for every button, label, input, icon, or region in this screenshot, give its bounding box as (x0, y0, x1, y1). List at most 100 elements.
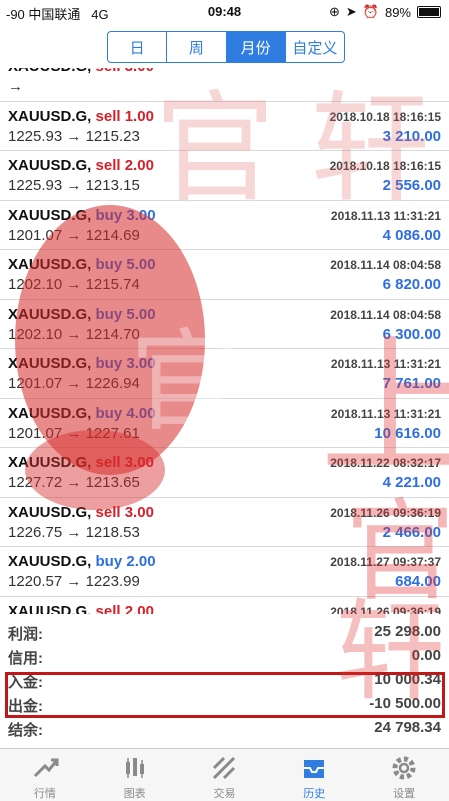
trade-row[interactable]: XAUUSD.G, buy 4.00 2018.11.13 11:31:21 120… (0, 399, 449, 448)
trade-symbol: XAUUSD.G, sell 1.00 (8, 107, 154, 125)
segment-week[interactable]: 周 (167, 32, 227, 62)
close-price: 1214.69 (85, 226, 140, 244)
open-price: 1225.93 (8, 177, 63, 194)
trade-profit: 7 761.00 (382, 375, 441, 392)
segment-month[interactable]: 月份 (226, 32, 286, 62)
close-price: 1215.74 (85, 276, 140, 293)
trade-prices: 1201.07 → 1227.61 (8, 425, 140, 442)
trade-side: buy 3.00 (95, 355, 156, 372)
trade-date: 2018.11.14 08:04:58 (330, 307, 441, 322)
bottom-tab-bar: 行情 图表 交易 历史 设置 (0, 748, 449, 801)
trade-date: 2018.11.27 09:37:37 (330, 555, 441, 569)
trade-date: 2018.11.13 11:31:21 (330, 406, 441, 421)
arrow-icon: → (66, 276, 82, 293)
trade-prices: 1225.93 → 1215.23 (8, 128, 140, 145)
trade-prices: 1226.75 → 1218.53 (8, 524, 140, 541)
trade-row[interactable]: XAUUSD.G, sell 3.00 → (0, 68, 449, 102)
battery-percent: 89% (384, 4, 411, 20)
trade-profit: 2 556.00 (382, 177, 441, 194)
chart-icon (125, 758, 144, 778)
trade-symbol: XAUUSD.G, buy 4.00 (8, 404, 156, 422)
alarm-icon: ⏰ (362, 4, 379, 19)
trade-profit: 684.00 (395, 573, 441, 590)
trade-symbol: XAUUSD.G, buy 5.00 (8, 256, 156, 273)
trade-row[interactable]: XAUUSD.G, buy 3.00 2018.11.13 11:31:21 120… (0, 349, 449, 399)
trade-side: sell 3.00 (95, 503, 154, 521)
trade-side: buy 5.00 (95, 256, 156, 273)
close-price: 1213.65 (85, 474, 140, 491)
trade-row[interactable]: XAUUSD.G, buy 5.00 2018.11.14 08:04:58 120… (0, 300, 449, 349)
open-price: 1227.72 (8, 474, 63, 491)
trade-row[interactable]: XAUUSD.G, buy 2.00 2018.11.27 09:37:37 122… (0, 547, 449, 597)
summary-row: 利润: 25 298.00 (0, 620, 449, 644)
trade-icon (213, 756, 236, 780)
trade-profit: 3 210.00 (382, 127, 441, 145)
trade-row[interactable]: XAUUSD.G, sell 1.00 2018.10.18 18:16:15 12… (0, 102, 449, 151)
trade-prices: 1201.07 → 1226.94 (8, 375, 140, 392)
arrow-icon: → (66, 375, 82, 392)
trade-symbol: XAUUSD.G, buy 3.00 (8, 355, 156, 372)
location-icon: ➤ (345, 4, 357, 19)
trade-row[interactable]: XAUUSD.G, sell 3.00 2018.11.22 08:32:17 12… (0, 448, 449, 498)
trade-prices: 1202.10 → 1215.74 (8, 276, 140, 293)
trade-row[interactable]: XAUUSD.G, sell 2.002018.11.26 09:36:1912… (0, 597, 449, 615)
trade-date: 2018.11.26 09:36:19 (330, 505, 441, 520)
summary-label: 结余: (8, 722, 43, 739)
period-segmented-control: 日周月份 自定义 (107, 31, 345, 63)
tab-label: 历史 (303, 788, 326, 800)
summary-row: 信用: 0.00 (0, 644, 449, 668)
arrow-icon: → (66, 474, 82, 491)
segment-custom[interactable]: 自定义 (286, 32, 344, 62)
segment-day[interactable]: 日 (108, 32, 168, 62)
trade-side: buy 4.00 (95, 404, 156, 422)
summary-value: 25 298.00 (374, 623, 441, 640)
trade-symbol: XAUUSD.G, sell 3.00 (8, 503, 154, 521)
trade-row[interactable]: XAUUSD.G, sell 3.00 2018.11.26 09:36:19 12… (0, 498, 449, 547)
arrow-icon: → (66, 523, 82, 541)
trade-side: sell 2.00 (95, 157, 154, 174)
trade-symbol: XAUUSD.G, sell 2.00 (8, 157, 154, 174)
open-price: 1201.07 (8, 375, 63, 392)
close-price: 1226.94 (85, 375, 140, 392)
arrow-icon: → (66, 127, 82, 145)
open-price: 1226.75 (8, 523, 63, 541)
tab-chart[interactable]: 图表 (90, 749, 180, 801)
open-price: 1201.07 (8, 226, 63, 244)
tab-trade[interactable]: 交易 (180, 749, 270, 801)
trade-symbol: XAUUSD.G, buy 5.00 (8, 305, 156, 323)
trade-profit: 6 820.00 (382, 276, 441, 293)
tab-history[interactable]: 历史 (269, 749, 359, 801)
close-price: 1227.61 (85, 424, 140, 442)
trade-side: sell 2.00 (95, 602, 154, 615)
trade-row[interactable]: XAUUSD.G, buy 5.00 2018.11.14 08:04:58 120… (0, 250, 449, 300)
trade-row[interactable]: XAUUSD.G, sell 2.00 2018.10.18 18:16:15 12… (0, 151, 449, 201)
trade-row[interactable]: XAUUSD.G, buy 3.00 2018.11.13 11:31:21 120… (0, 201, 449, 250)
trade-prices: 1225.93 → 1213.15 (8, 177, 140, 194)
battery-icon (417, 6, 441, 18)
summary-row: 结余: 24 798.34 (0, 716, 449, 740)
summary-label: 信用: (8, 650, 43, 667)
deposit-withdrawal-highlight (5, 672, 445, 718)
trade-side: sell 3.00 (95, 454, 154, 471)
arrow-icon: → (66, 424, 82, 442)
close-price: 1218.53 (85, 523, 140, 541)
arrow-icon: → (66, 325, 82, 343)
trade-prices: 1227.72 → 1213.65 (8, 474, 140, 491)
tab-label: 行情 (33, 788, 56, 800)
trade-history-list[interactable]: XAUUSD.G, sell 3.00 → XAUUSD.G, sell 1.0… (0, 68, 449, 614)
trade-date: 2018.11.22 08:32:17 (330, 456, 441, 470)
trade-symbol: XAUUSD.G, sell 3.00 (8, 454, 154, 471)
close-price: 1215.23 (85, 127, 140, 145)
tab-quotes[interactable]: 行情 (0, 749, 90, 801)
tab-gear[interactable]: 设置 (359, 749, 449, 801)
trade-symbol: XAUUSD.G, sell 3.00 (8, 68, 154, 75)
tab-label: 交易 (213, 788, 236, 800)
trade-prices: 1201.07 → 1214.69 (8, 227, 140, 244)
summary-value: 0.00 (411, 647, 441, 664)
trade-symbol: XAUUSD.G, buy 2.00 (8, 553, 156, 570)
open-price: 1202.10 (8, 276, 63, 293)
status-bar: -90 中国联通 4G 09:48 ⊕ ➤ ⏰ 89% (0, 0, 449, 24)
trade-side: buy 3.00 (95, 206, 156, 224)
quotes-icon (33, 758, 59, 778)
trade-date: 2018.11.14 08:04:58 (330, 258, 441, 272)
